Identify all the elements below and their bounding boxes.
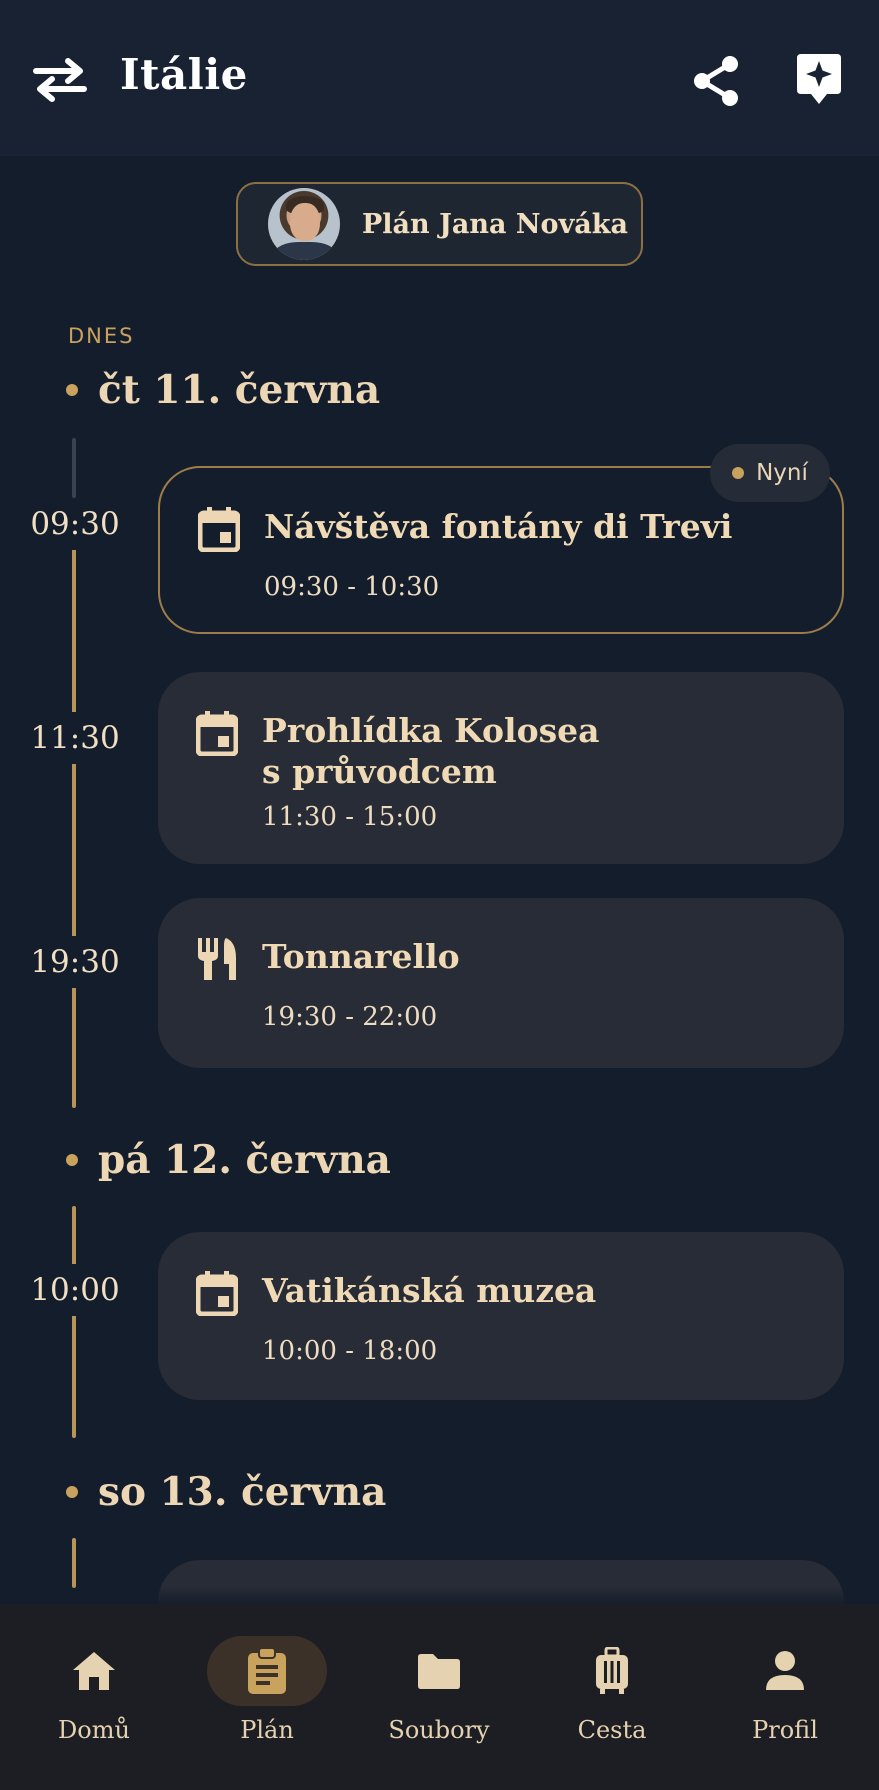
event-card[interactable]: Vatikánská muzea 10:00 - 18:00	[158, 1232, 844, 1400]
restaurant-icon	[198, 938, 236, 980]
nav-label: Profil	[752, 1716, 818, 1744]
event-time-range: 09:30 - 10:30	[264, 572, 440, 602]
plan-owner-chip[interactable]: Plán Jana Nováka	[236, 182, 643, 266]
day-label: so 13. června	[98, 1469, 387, 1515]
nav-item-profile[interactable]: Profil	[697, 1604, 873, 1790]
timeline-line	[72, 1206, 76, 1438]
nav-label: Plán	[240, 1716, 294, 1744]
plan-owner-name: Plán Jana Nováka	[362, 208, 628, 240]
event-time-range: 19:30 - 22:00	[262, 1002, 438, 1032]
nav-item-home[interactable]: Domů	[6, 1604, 182, 1790]
event-start-time: 11:30	[0, 712, 150, 764]
nav-label: Cesta	[577, 1716, 647, 1744]
calendar-icon	[196, 711, 238, 756]
now-dot	[732, 467, 745, 479]
timeline-line	[72, 1538, 76, 1588]
clipboard-icon	[248, 1647, 286, 1694]
day-dot	[66, 384, 78, 396]
nav-item-trip[interactable]: Cesta	[524, 1604, 700, 1790]
day-header: pá 12. června	[66, 1132, 391, 1188]
nav-label: Soubory	[388, 1716, 490, 1744]
day-label: čt 11. června	[98, 367, 381, 413]
event-start-time: 19:30	[0, 936, 150, 988]
day-dot	[66, 1486, 78, 1498]
event-title: Tonnarello	[262, 937, 460, 976]
event-card[interactable]: Tonnarello 19:30 - 22:00	[158, 898, 844, 1068]
folder-icon	[418, 1654, 460, 1689]
nav-active-indicator	[207, 1636, 327, 1706]
event-time-range: 10:00 - 18:00	[262, 1336, 438, 1366]
page-title: Itálie	[120, 50, 248, 99]
event-title: Návštěva fontány di Trevi	[264, 507, 733, 546]
now-label: Nyní	[756, 460, 808, 486]
home-icon	[73, 1652, 115, 1690]
event-time-range: 11:30 - 15:00	[262, 802, 438, 832]
event-start-time: 10:00	[0, 1264, 150, 1316]
event-title-line: Prohlídka Kolosea	[262, 711, 600, 750]
nav-label: Domů	[58, 1716, 130, 1744]
day-header: so 13. června	[66, 1464, 386, 1520]
swap-icon[interactable]	[32, 54, 88, 104]
day-header: čt 11. června	[66, 362, 380, 418]
avatar	[268, 188, 340, 260]
calendar-icon	[198, 507, 240, 552]
calendar-icon	[196, 1271, 238, 1316]
timeline-line	[72, 438, 76, 498]
scroll-fade	[0, 1586, 879, 1606]
nav-item-files[interactable]: Soubory	[351, 1604, 527, 1790]
ai-sparkle-icon[interactable]	[795, 52, 843, 106]
event-title: Prohlídka Kolosea s průvodcem	[262, 710, 802, 792]
today-label: DNES	[68, 324, 135, 348]
luggage-icon	[596, 1647, 628, 1694]
timeline-line	[72, 498, 76, 1108]
nav-item-plan[interactable]: Plán	[179, 1604, 355, 1790]
now-badge: Nyní	[710, 444, 830, 502]
share-icon[interactable]	[690, 54, 744, 108]
app-header: Itálie	[0, 0, 879, 156]
event-card[interactable]: Prohlídka Kolosea s průvodcem 11:30 - 15…	[158, 672, 844, 864]
bottom-navigation: Domů Plán Soubory Cesta Profil	[0, 1604, 879, 1790]
day-label: pá 12. června	[98, 1137, 391, 1183]
event-title: Vatikánská muzea	[262, 1271, 597, 1310]
day-dot	[66, 1154, 78, 1166]
person-icon	[766, 1651, 804, 1690]
event-title-line: s průvodcem	[262, 752, 497, 791]
event-start-time: 09:30	[0, 498, 150, 550]
